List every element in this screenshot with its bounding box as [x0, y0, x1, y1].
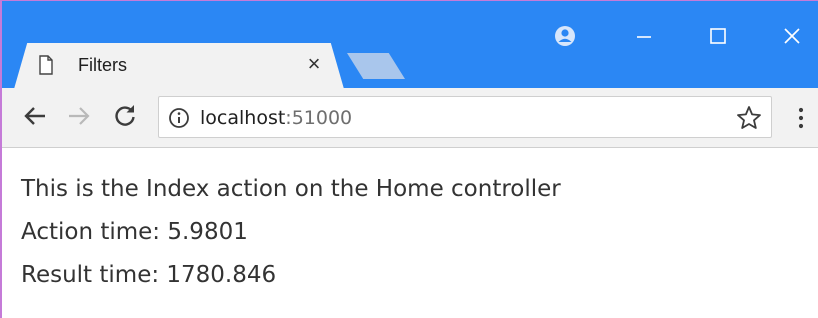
minimize-button[interactable] — [624, 23, 664, 49]
tab-title: Filters — [78, 55, 127, 75]
back-arrow-icon — [24, 107, 45, 125]
maximize-button[interactable] — [698, 23, 738, 49]
tab-close-button[interactable]: × — [302, 51, 326, 77]
minimize-icon — [637, 36, 651, 38]
maximize-icon — [710, 28, 726, 44]
star-icon[interactable] — [736, 105, 762, 131]
document-icon — [39, 55, 53, 75]
action-time-text: Action time: 5.9801 — [21, 219, 248, 245]
profile-button[interactable] — [545, 23, 585, 49]
forward-button[interactable] — [64, 101, 94, 131]
result-time-text: Result time: 1780.846 — [21, 262, 277, 288]
window-close-button[interactable] — [772, 23, 812, 49]
index-action-text: This is the Index action on the Home con… — [21, 176, 561, 202]
tab-filters[interactable] — [14, 43, 344, 89]
url-host: localhost — [200, 107, 286, 129]
page-content: This is the Index action on the Home con… — [21, 168, 801, 297]
browser-window: Filters × localhost:51000 This is the In… — [0, 0, 818, 318]
forward-arrow-icon — [69, 107, 90, 125]
close-icon — [784, 28, 800, 44]
back-button[interactable] — [20, 101, 50, 131]
info-icon[interactable] — [168, 107, 190, 129]
more-menu-icon[interactable] — [792, 105, 810, 131]
reload-button[interactable] — [110, 101, 140, 131]
profile-icon — [555, 26, 575, 46]
reload-icon — [115, 105, 135, 126]
url-text[interactable]: localhost:51000 — [200, 107, 352, 129]
url-port: :51000 — [285, 107, 353, 129]
